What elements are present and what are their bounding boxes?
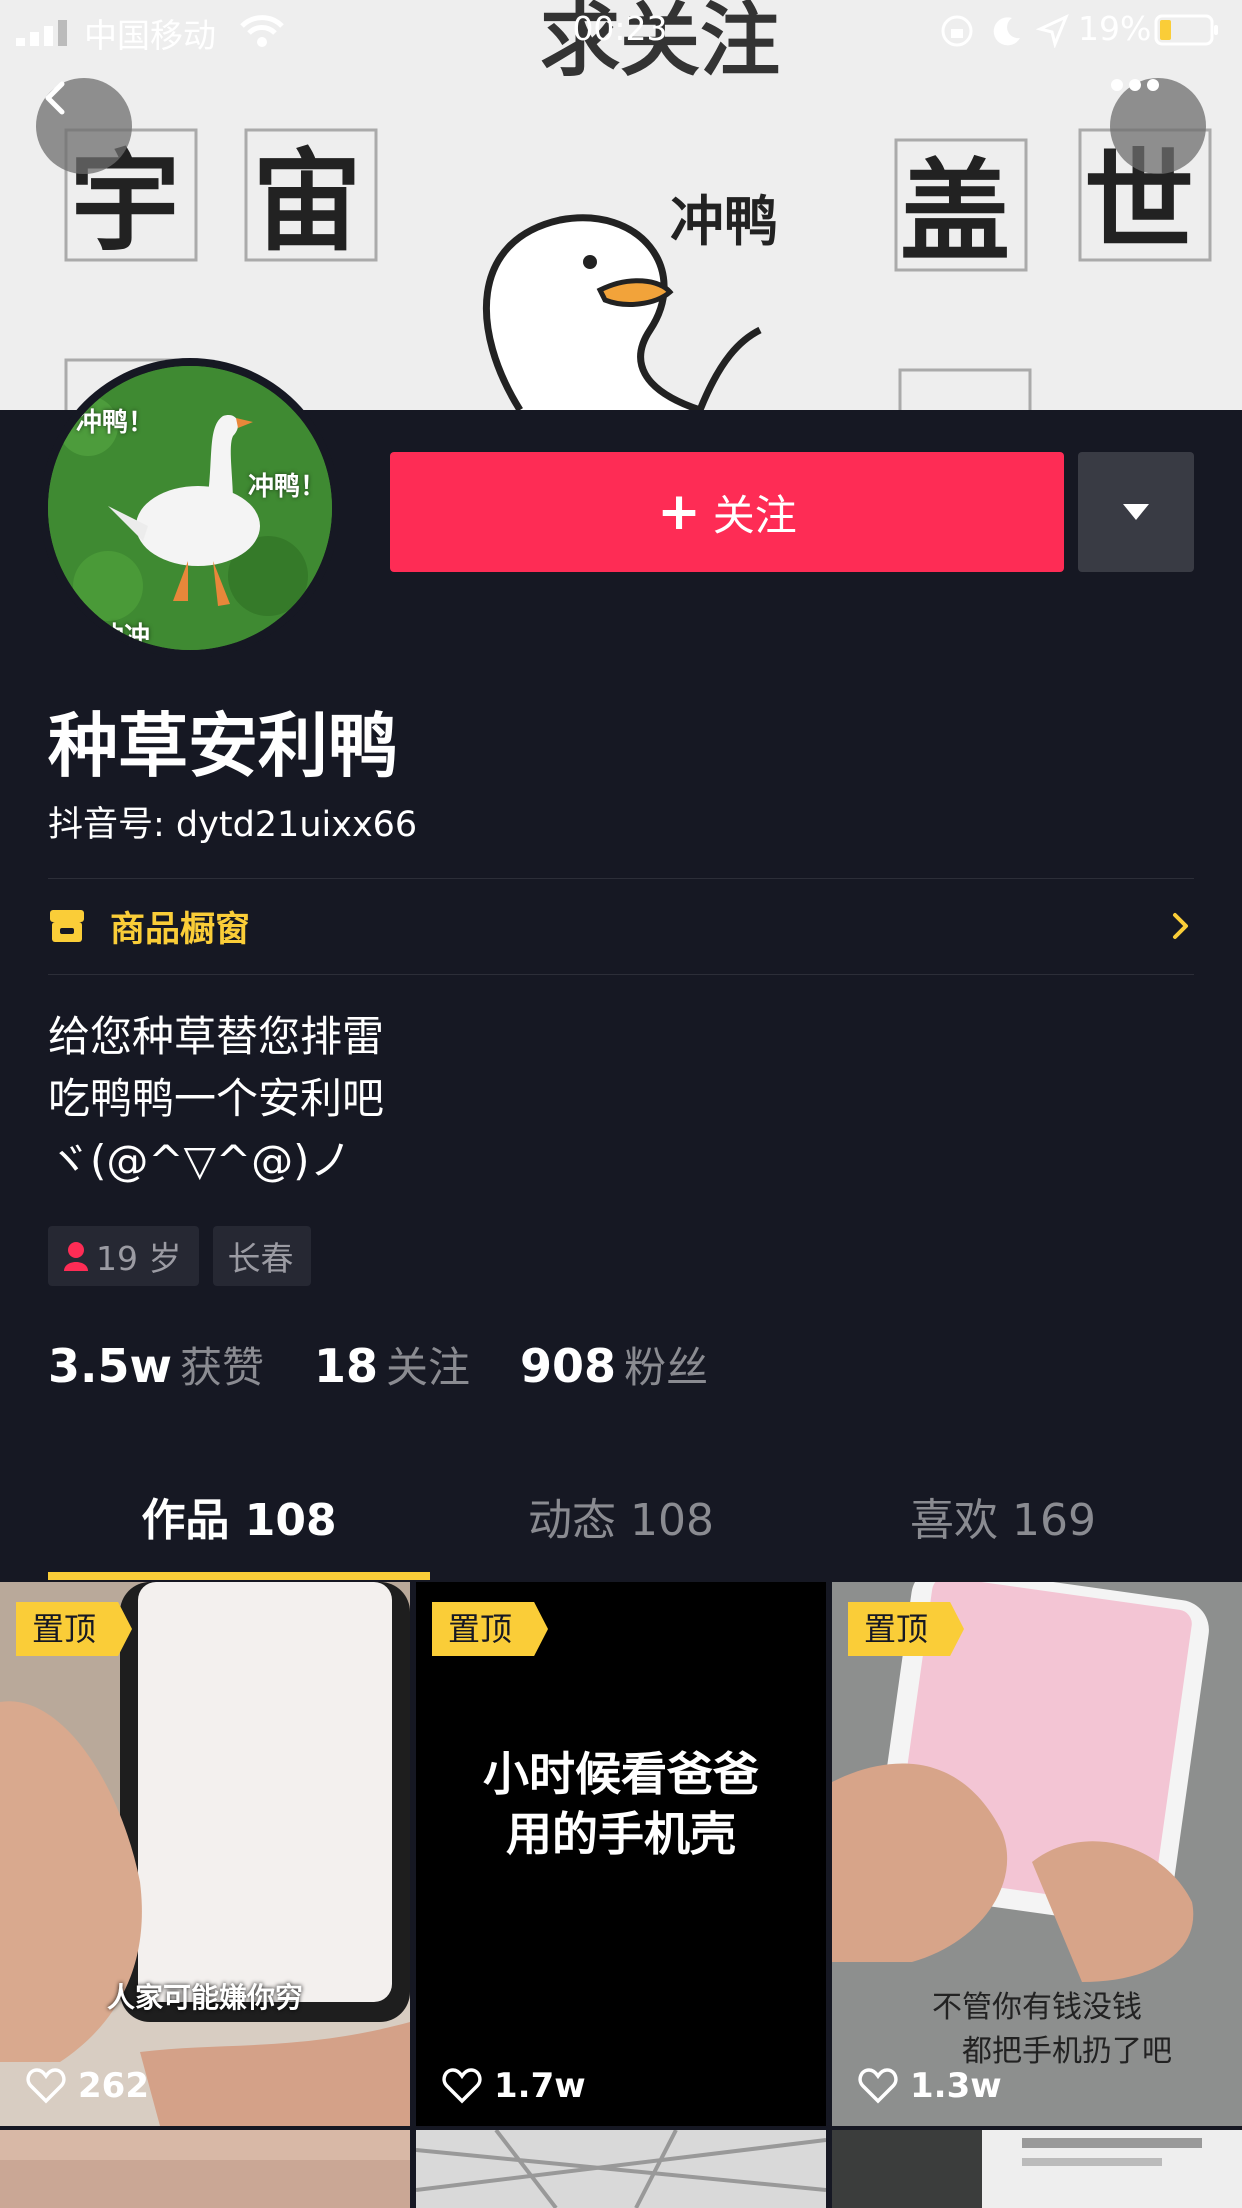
shop-window-entry[interactable]: 商品橱窗 <box>48 878 1194 974</box>
battery-icon <box>1154 14 1218 46</box>
tab-works[interactable]: 作品 108 <box>48 1476 430 1582</box>
heart-icon <box>26 2068 66 2104</box>
video-thumbnail[interactable] <box>832 2130 1242 2208</box>
bio-line: 吃鸭鸭一个安利吧 <box>48 1074 385 1123</box>
video-thumbnail[interactable]: 置顶 人家可能嫌你穷 262 <box>0 1582 410 2126</box>
wifi-icon <box>240 15 284 47</box>
banner-char-3: 盖 <box>900 151 1010 274</box>
banner-illustration: 求关注 宇 宙 盖 世 冲鸭 <box>0 0 1242 410</box>
stat-number: 3.5w <box>48 1339 172 1393</box>
thumbnail-image <box>0 1582 410 2126</box>
following-stat[interactable]: 18 关注 <box>314 1334 470 1395</box>
recommend-dropdown-button[interactable] <box>1078 452 1194 572</box>
plus-icon: + <box>657 482 701 542</box>
age-label: 19 岁 <box>96 1239 182 1278</box>
heart-icon <box>858 2068 898 2104</box>
video-caption: 小时候看爸爸 用的手机壳 <box>416 1744 826 1864</box>
female-icon <box>64 1242 88 1271</box>
pinned-badge: 置顶 <box>16 1602 133 1656</box>
pinned-badge: 置顶 <box>848 1602 965 1656</box>
video-thumbnail[interactable] <box>416 2130 826 2208</box>
caption-line: 用的手机壳 <box>506 1807 736 1861</box>
divider <box>48 974 1194 975</box>
caption-line: 小时候看爸爸 <box>483 1747 759 1801</box>
shop-label: 商品橱窗 <box>110 909 251 950</box>
content-tabs: 作品 108 动态 108 喜欢 169 <box>48 1476 1194 1582</box>
follow-button[interactable]: + 关注 <box>390 452 1064 572</box>
avatar-caption-1: 冲鸭！ <box>76 408 155 438</box>
stat-label: 关注 <box>386 1343 471 1392</box>
city-tag: 长春 <box>213 1226 312 1286</box>
signal-icon <box>16 20 67 46</box>
like-count: 1.7w <box>442 2066 586 2106</box>
clock: 00:23 <box>572 9 668 48</box>
profile-banner: 求关注 宇 宙 盖 世 冲鸭 中国移动 00:23 19% <box>0 0 1242 410</box>
more-dots-icon <box>1111 79 1159 91</box>
age-tag: 19 岁 <box>48 1226 200 1286</box>
video-thumbnail[interactable]: 置顶 不管你有钱没钱 都把手机扔了吧 1.3w <box>832 1582 1242 2126</box>
nickname: 种草安利鸭 <box>48 705 398 787</box>
thumbnail-image <box>0 2130 410 2208</box>
banner-char-2: 宙 <box>252 141 362 264</box>
heart-icon <box>442 2068 482 2104</box>
like-count-value: 1.7w <box>494 2066 586 2106</box>
back-button[interactable] <box>36 78 132 174</box>
stat-number: 908 <box>520 1339 617 1393</box>
like-count: 1.3w <box>858 2066 1002 2106</box>
bio-line: 给您种草替您排雷 <box>48 1012 385 1061</box>
triangle-down-icon <box>1123 504 1149 520</box>
more-button[interactable] <box>1110 78 1206 174</box>
status-bar: 中国移动 00:23 19% <box>0 0 1242 60</box>
location-icon <box>1036 14 1069 48</box>
profile-stats: 3.5w 获赞 18 关注 908 粉丝 <box>48 1334 758 1395</box>
like-count-value: 1.3w <box>910 2066 1002 2106</box>
likes-stat[interactable]: 3.5w 获赞 <box>48 1334 264 1395</box>
video-caption: 不管你有钱没钱 都把手机扔了吧 <box>832 1986 1242 2074</box>
video-thumbnail[interactable] <box>0 2130 410 2208</box>
bio-line: ヾ(@^▽^@)ノ <box>48 1136 352 1185</box>
thumbnail-image <box>832 2130 1242 2208</box>
moon-icon <box>993 17 1020 46</box>
video-thumbnail[interactable]: 置顶 小时候看爸爸 用的手机壳 1.7w <box>416 1582 826 2126</box>
douyin-id[interactable]: 抖音号: dytd21uixx66 <box>48 796 417 847</box>
video-grid: 置顶 人家可能嫌你穷 262 置顶 小时候看爸爸 用的手机壳 1.7w 置顶 不… <box>0 1582 1242 2208</box>
followers-stat[interactable]: 908 粉丝 <box>520 1334 708 1395</box>
battery-percent: 19% <box>1078 9 1152 48</box>
chevron-left-icon <box>45 81 65 115</box>
video-caption: 人家可能嫌你穷 <box>106 1981 303 2014</box>
follow-label: 关注 <box>712 490 797 540</box>
carrier-label: 中国移动 <box>84 16 216 55</box>
city-label: 长春 <box>227 1239 294 1278</box>
chevron-right-icon <box>1173 913 1188 939</box>
like-count: 262 <box>26 2066 149 2106</box>
banner-duck-text: 冲鸭 <box>670 192 778 252</box>
avatar-image: 冲鸭！ 冲鸭！ 冲冲 <box>48 366 332 650</box>
rotation-lock-icon <box>941 15 973 47</box>
tab-indicator <box>48 1572 430 1580</box>
tab-moments[interactable]: 动态 108 <box>430 1476 812 1582</box>
avatar[interactable]: 冲鸭！ 冲鸭！ 冲冲 <box>40 358 340 658</box>
stat-label: 获赞 <box>179 1343 264 1392</box>
tab-likes[interactable]: 喜欢 169 <box>812 1476 1194 1582</box>
bio: 给您种草替您排雷 吃鸭鸭一个安利吧 ヾ(@^▽^@)ノ <box>48 1006 384 1192</box>
avatar-caption-2: 冲鸭！ <box>248 472 327 502</box>
profile-tags: 19 岁 长春 <box>48 1226 312 1286</box>
stat-label: 粉丝 <box>624 1343 709 1392</box>
stat-number: 18 <box>314 1339 379 1393</box>
pinned-badge: 置顶 <box>432 1602 549 1656</box>
avatar-caption-3: 冲冲 <box>98 622 151 650</box>
caption-line: 不管你有钱没钱 <box>932 1990 1142 2025</box>
thumbnail-image <box>416 2130 826 2208</box>
like-count-value: 262 <box>78 2066 149 2106</box>
shop-icon <box>50 910 84 942</box>
